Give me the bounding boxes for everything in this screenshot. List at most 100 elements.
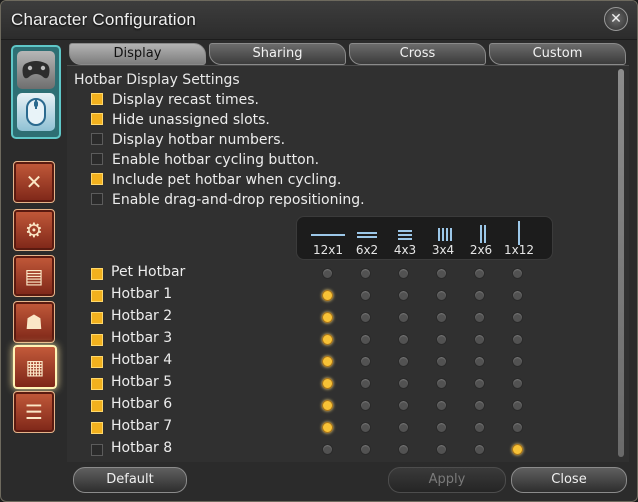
layout-radio-4x3[interactable] (398, 400, 409, 411)
hotbar-grid-icon[interactable]: ▦ (13, 345, 57, 389)
close-icon[interactable]: ✕ (604, 7, 628, 31)
checkbox[interactable] (91, 173, 103, 185)
layout-radio-2x6[interactable] (474, 268, 485, 279)
close-button[interactable]: Close (511, 467, 627, 493)
tab-custom[interactable]: Custom (489, 43, 626, 65)
hotbar-row-3: Hotbar 3 (91, 330, 541, 350)
layout-12x1-icon (311, 234, 345, 236)
layout-radio-6x2[interactable] (360, 422, 371, 433)
layout-radio-2x6[interactable] (474, 356, 485, 367)
character-icon[interactable]: ☗ (13, 301, 55, 343)
default-button[interactable]: Default (73, 467, 187, 493)
layout-radio-3x4[interactable] (436, 268, 447, 279)
option-display-hotbar-numbers[interactable]: Display hotbar numbers. (91, 132, 285, 152)
layout-radio-6x2[interactable] (360, 290, 371, 301)
id-card-icon[interactable]: ▤ (13, 255, 55, 297)
layout-radio-12x1[interactable] (322, 268, 333, 279)
option-display-recast-times[interactable]: Display recast times. (91, 92, 259, 112)
crossed-swords-icon[interactable]: ✕ (13, 161, 55, 203)
layout-radio-3x4[interactable] (436, 290, 447, 301)
tab-cross[interactable]: Cross (349, 43, 486, 65)
layout-radio-2x6[interactable] (474, 422, 485, 433)
left-icon-column: ✕ ⚙ ▤ ☗ ▦ ☰ (9, 43, 61, 498)
layout-radio-4x3[interactable] (398, 422, 409, 433)
checkbox[interactable] (91, 400, 103, 412)
layout-radio-4x3[interactable] (398, 334, 409, 345)
layout-radio-2x6[interactable] (474, 312, 485, 323)
layout-label: 1x12 (503, 243, 534, 257)
layout-3x4: 3x4 (424, 217, 462, 259)
layout-radio-12x1[interactable] (322, 422, 333, 433)
layout-radio-2x6[interactable] (474, 290, 485, 301)
layout-radio-6x2[interactable] (360, 400, 371, 411)
chat-bubble-icon[interactable]: ☰ (13, 391, 55, 433)
layout-radio-6x2[interactable] (360, 356, 371, 367)
checkbox[interactable] (91, 356, 103, 368)
tab-sharing[interactable]: Sharing (209, 43, 346, 65)
layout-radio-1x12[interactable] (512, 400, 523, 411)
layout-radio-3x4[interactable] (436, 444, 447, 455)
layout-radio-4x3[interactable] (398, 378, 409, 389)
checkbox[interactable] (91, 153, 103, 165)
option-enable-drag-and-drop[interactable]: Enable drag-and-drop repositioning. (91, 192, 365, 212)
layout-radio-3x4[interactable] (436, 422, 447, 433)
layout-radio-6x2[interactable] (360, 334, 371, 345)
layout-radio-2x6[interactable] (474, 378, 485, 389)
checkbox[interactable] (91, 290, 103, 302)
layout-radio-1x12[interactable] (512, 378, 523, 389)
layout-radio-6x2[interactable] (360, 444, 371, 455)
layout-radio-6x2[interactable] (360, 312, 371, 323)
layout-radio-4x3[interactable] (398, 356, 409, 367)
layout-radio-2x6[interactable] (474, 444, 485, 455)
layout-radio-2x6[interactable] (474, 400, 485, 411)
checkbox[interactable] (91, 113, 103, 125)
checkbox[interactable] (91, 268, 103, 280)
option-enable-cycling-button[interactable]: Enable hotbar cycling button. (91, 152, 319, 172)
layout-radio-12x1[interactable] (322, 378, 333, 389)
layout-radio-1x12[interactable] (512, 356, 523, 367)
layout-radio-3x4[interactable] (436, 400, 447, 411)
scrollbar-thumb[interactable] (618, 69, 624, 457)
gear-bag-icon[interactable]: ⚙ (13, 209, 55, 251)
option-include-pet-hotbar[interactable]: Include pet hotbar when cycling. (91, 172, 341, 192)
layout-radio-1x12[interactable] (512, 312, 523, 323)
layout-radio-4x3[interactable] (398, 290, 409, 301)
layout-radio-2x6[interactable] (474, 334, 485, 345)
layout-radio-1x12[interactable] (512, 422, 523, 433)
scrollbar[interactable] (618, 69, 624, 457)
layout-radio-12x1[interactable] (322, 312, 333, 323)
layout-radio-3x4[interactable] (436, 378, 447, 389)
layout-radio-12x1[interactable] (322, 444, 333, 455)
checkbox[interactable] (91, 378, 103, 390)
layout-radio-6x2[interactable] (360, 268, 371, 279)
tab-display[interactable]: Display (69, 43, 206, 65)
layout-radio-6x2[interactable] (360, 378, 371, 389)
option-hide-unassigned-slots[interactable]: Hide unassigned slots. (91, 112, 270, 132)
layout-radio-1x12[interactable] (512, 444, 523, 455)
layout-radio-12x1[interactable] (322, 290, 333, 301)
checkbox[interactable] (91, 422, 103, 434)
layout-radio-12x1[interactable] (322, 356, 333, 367)
layout-radio-3x4[interactable] (436, 312, 447, 323)
layout-radio-3x4[interactable] (436, 334, 447, 345)
checkbox[interactable] (91, 312, 103, 324)
checkbox[interactable] (91, 193, 103, 205)
checkbox[interactable] (91, 444, 103, 456)
layout-radio-4x3[interactable] (398, 444, 409, 455)
checkbox[interactable] (91, 133, 103, 145)
layout-radio-12x1[interactable] (322, 334, 333, 345)
hotbar-label: Hotbar 3 (111, 330, 173, 346)
layout-radio-4x3[interactable] (398, 268, 409, 279)
layout-radio-1x12[interactable] (512, 290, 523, 301)
layout-radio-3x4[interactable] (436, 356, 447, 367)
checkbox[interactable] (91, 93, 103, 105)
gamepad-icon[interactable] (17, 51, 55, 89)
apply-button[interactable]: Apply (388, 467, 506, 493)
layout-radio-4x3[interactable] (398, 312, 409, 323)
checkbox[interactable] (91, 334, 103, 346)
mouse-icon[interactable] (17, 93, 55, 131)
layout-radio-1x12[interactable] (512, 334, 523, 345)
layout-1x12: 1x12 (500, 217, 538, 259)
layout-radio-12x1[interactable] (322, 400, 333, 411)
layout-radio-1x12[interactable] (512, 268, 523, 279)
